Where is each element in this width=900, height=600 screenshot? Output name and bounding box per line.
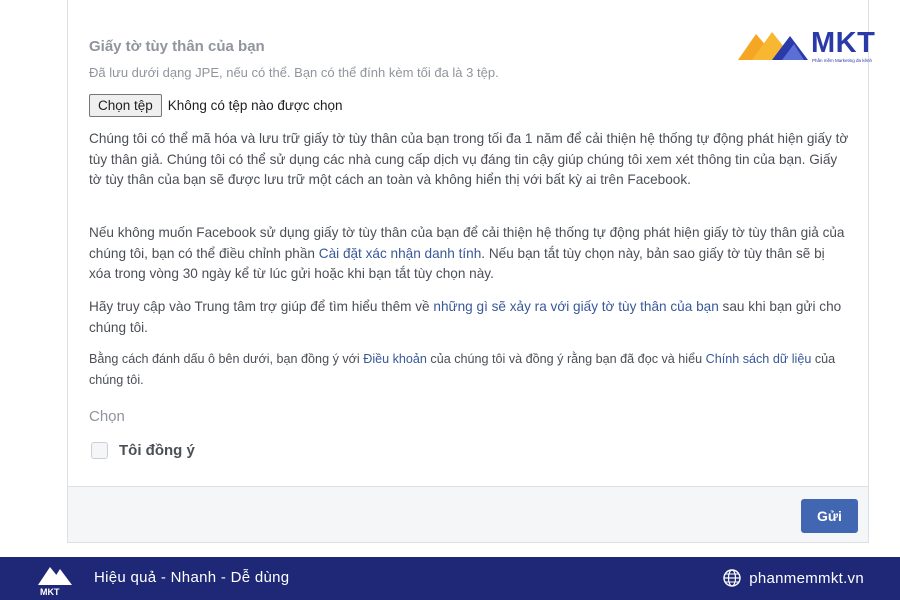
bottom-banner: MKT Hiệu quả - Nhanh - Dễ dùng phanmemmk… [0,557,900,600]
banner-website[interactable]: phanmemmkt.vn [723,569,864,587]
banner-slogan: Hiệu quả - Nhanh - Dễ dùng [94,569,290,586]
terms-paragraph: Bằng cách đánh dấu ô bên dưới, bạn đồng … [89,349,849,390]
mkt-logo: MKT Phần mềm Marketing đa kênh [738,28,883,64]
help-text-a: Hãy truy cập vào Trung tâm trợ giúp để t… [89,299,434,314]
globe-icon [723,569,741,587]
agree-checkbox[interactable] [91,442,108,459]
banner-mkt-logo-icon: MKT [38,567,72,597]
terms-text-a: Bằng cách đánh dấu ô bên dưới, bạn đồng … [89,352,364,366]
agree-option[interactable]: Tôi đồng ý [91,442,195,459]
identity-settings-link[interactable]: Cài đặt xác nhận danh tính [319,246,482,261]
website-text: phanmemmkt.vn [749,569,864,587]
agree-label: Tôi đồng ý [119,442,195,459]
mkt-logo-text: MKT [811,27,876,59]
submit-button[interactable]: Gửi [801,499,858,533]
id-upload-form-card: Giấy tờ tùy thân của bạn Đã lưu dưới dạn… [67,0,869,543]
mkt-logo-tagline: Phần mềm Marketing đa kênh [812,58,873,63]
choose-file-button[interactable]: Chọn tệp [89,94,162,117]
help-center-paragraph: Hãy truy cập vào Trung tâm trợ giúp để t… [89,297,849,338]
choose-label: Chọn [89,408,125,425]
file-status-text: Không có tệp nào được chọn [167,98,343,113]
section-subtitle: Đã lưu dưới dạng JPE, nếu có thể. Bạn có… [89,65,499,80]
what-happens-link[interactable]: những gì sẽ xảy ra với giấy tờ tùy thân … [433,299,718,314]
svg-text:MKT: MKT [40,587,60,597]
opt-out-paragraph: Nếu không muốn Facebook sử dụng giấy tờ … [89,223,849,285]
terms-text-b: của chúng tôi và đồng ý rằng bạn đã đọc … [426,352,706,366]
storage-info-paragraph: Chúng tôi có thể mã hóa và lưu trữ giấy … [89,131,849,187]
form-footer: Gửi [68,486,868,542]
mkt-logo-icon [738,32,808,60]
file-picker: Chọn tệp Không có tệp nào được chọn [89,94,343,117]
terms-link[interactable]: Điều khoản [363,352,427,366]
data-policy-link[interactable]: Chính sách dữ liệu [706,352,812,366]
section-title: Giấy tờ tùy thân của bạn [89,38,265,55]
